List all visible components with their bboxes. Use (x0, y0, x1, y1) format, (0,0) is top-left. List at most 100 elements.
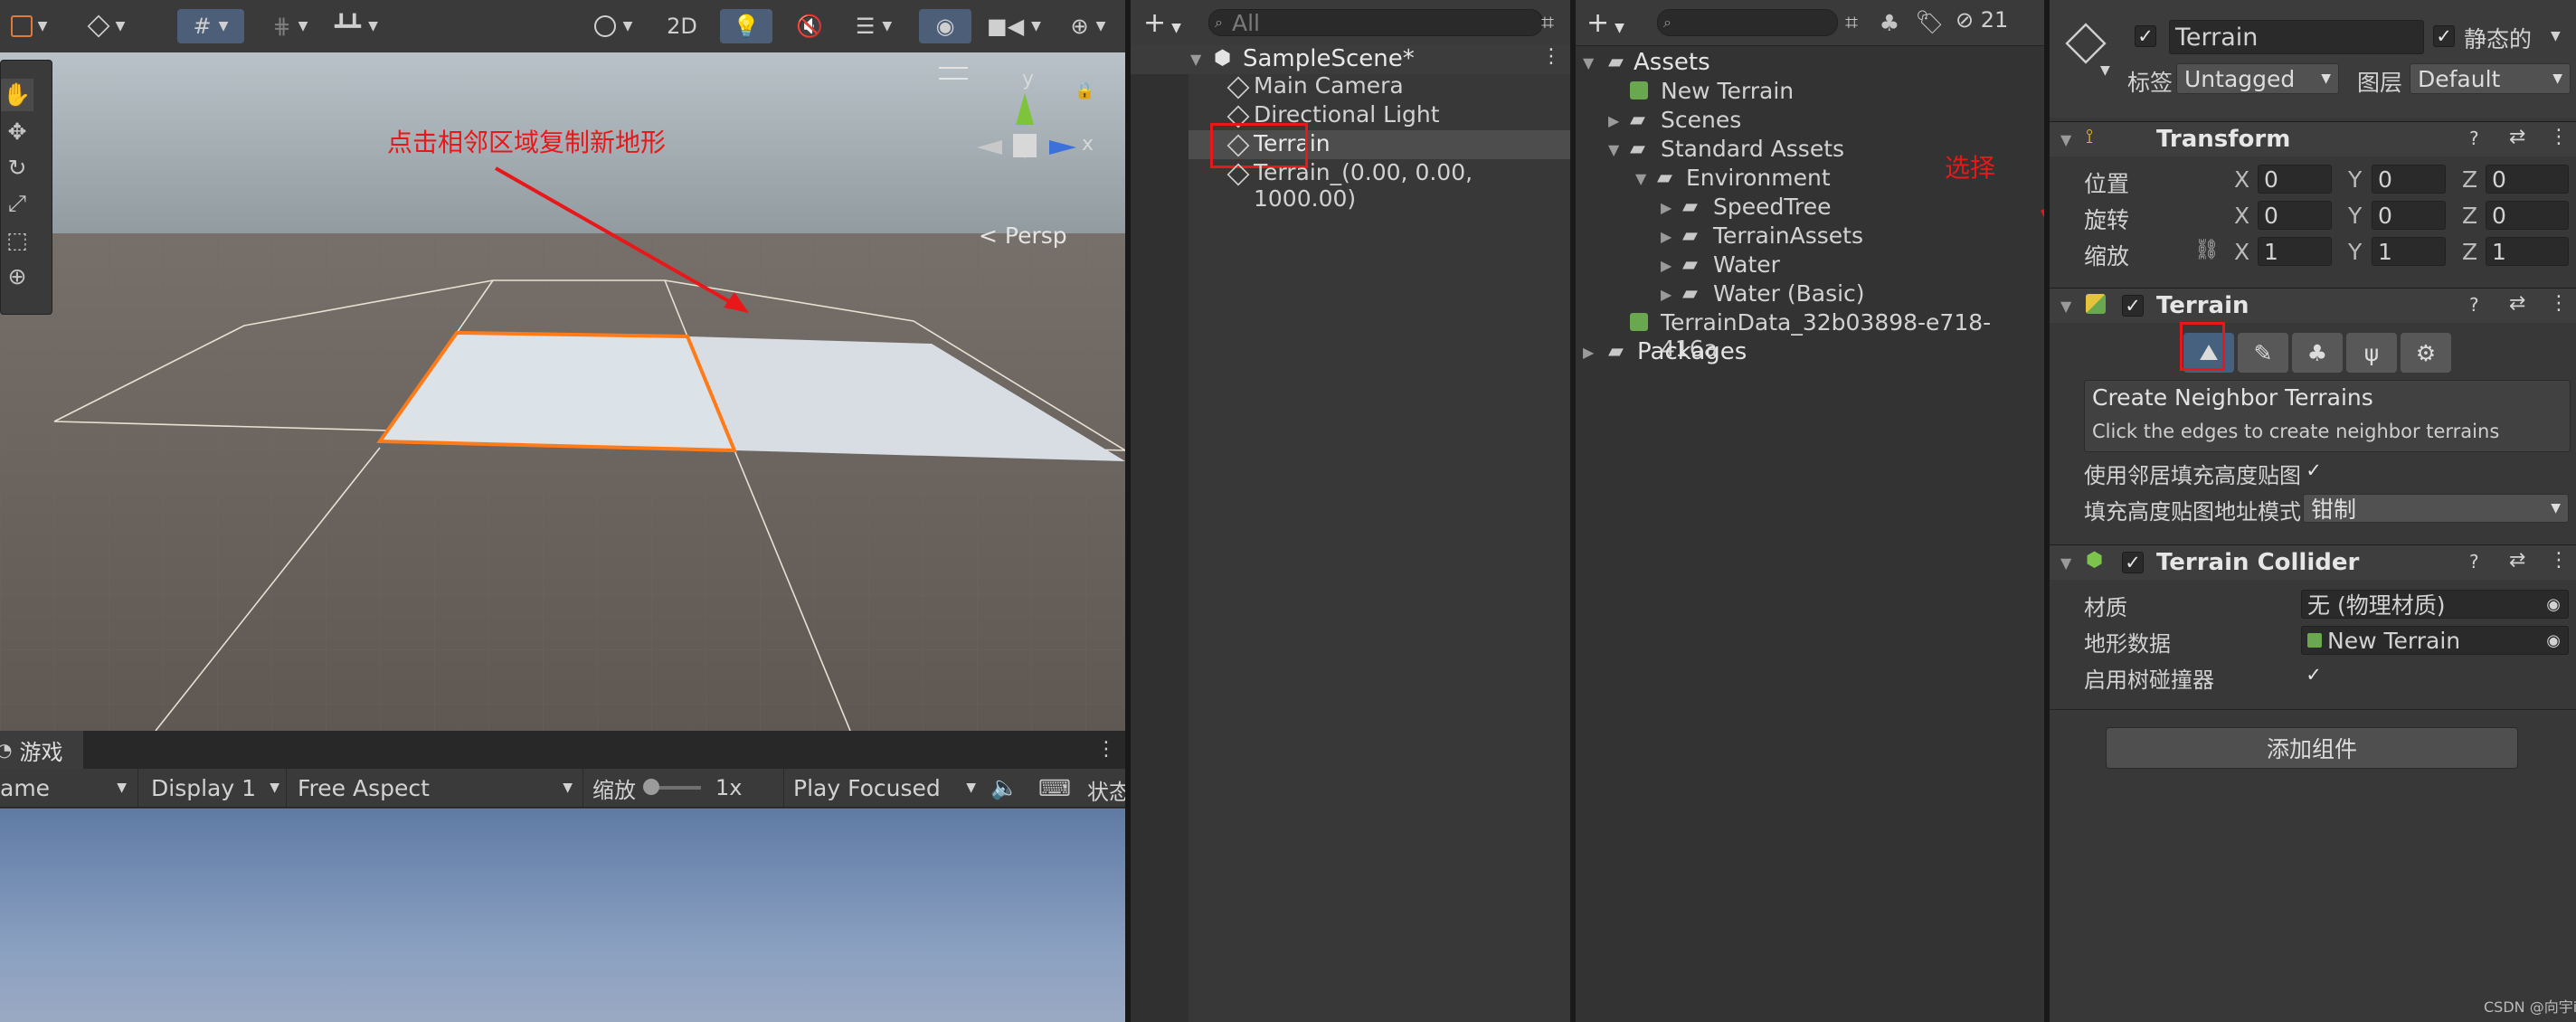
object-picker-icon[interactable]: ◉ (2546, 631, 2561, 650)
help-icon[interactable]: ? (2469, 551, 2479, 573)
grid-snap-button[interactable]: # ▼ (177, 9, 244, 43)
tree-item-water[interactable]: ▶ ▰ Water (1576, 251, 2044, 280)
add-component-button[interactable]: 添加组件 (2106, 727, 2518, 769)
scene-more-icon[interactable]: ⋮ (1541, 45, 1561, 68)
tree-item-assets[interactable]: ▼ ▰ Assets (1576, 49, 2044, 78)
gameobject-large-icon[interactable]: ▼ (2060, 18, 2115, 78)
lighting-toggle-button[interactable]: 💡 (720, 9, 772, 43)
speaker-icon[interactable]: 🔈 (990, 772, 1020, 803)
filter-by-label-icon[interactable]: 🏷 (1914, 9, 1945, 36)
transform-header[interactable]: ▼ ⟟ Transform ? ⇄ ⋮ (2050, 121, 2576, 156)
effects-button[interactable]: ☰ ▼ (839, 9, 908, 43)
fill-heightmap-checkbox[interactable]: ✓ (2303, 459, 2325, 481)
active-checkbox[interactable]: ✓ (2135, 25, 2156, 47)
tree-item-terrain-data[interactable]: TerrainData_32b03898-e718-416a (1576, 309, 2044, 362)
search-filter-icon[interactable]: ⌗ (1534, 9, 1561, 36)
object-name-field[interactable]: Terrain (2169, 20, 2424, 54)
position-x-field[interactable]: 0 (2258, 165, 2332, 194)
component-more-icon[interactable]: ⋮ (2549, 292, 2569, 315)
terrain-collider-header[interactable]: ▼ ⬢ ✓ Terrain Collider ? ⇄ ⋮ (2050, 544, 2576, 580)
game-tab[interactable]: ◔ 游戏 (0, 731, 83, 769)
scale-tool-icon[interactable]: ⤢ (1, 187, 33, 220)
draw-mode-button[interactable]: ▼ (0, 9, 58, 43)
hand-tool-icon[interactable]: ✋ (1, 79, 33, 111)
tree-item-scenes[interactable]: ▶ ▰ Scenes (1576, 107, 2044, 136)
presets-icon[interactable]: ⇄ (2509, 292, 2525, 315)
project-search[interactable]: ⌕ (1657, 9, 1838, 36)
material-object-field[interactable]: 无 (物理材质) ◉ (2301, 590, 2569, 619)
hidden-objects-button[interactable]: ◉ (919, 9, 971, 43)
shading-button[interactable]: ▼ (581, 9, 646, 43)
tree-item-speedtree[interactable]: ▶ ▰ SpeedTree (1576, 194, 2044, 222)
project-create-button[interactable]: + ▼ (1586, 7, 1624, 39)
increment-snap-button[interactable]: ⋕ ▼ (257, 9, 324, 43)
create-button[interactable]: + ▼ (1143, 7, 1181, 39)
tree-item-terrain-assets[interactable]: ▶ ▰ TerrainAssets (1576, 222, 2044, 251)
toggle-2d-button[interactable]: 2D (655, 9, 709, 43)
projection-label[interactable]: < Persp (979, 222, 1067, 249)
rect-tool-icon[interactable]: ⬚ (1, 223, 33, 256)
position-z-field[interactable]: 0 (2486, 165, 2569, 194)
search-filter-icon[interactable]: ⌗ (1838, 9, 1865, 36)
tree-item-packages[interactable]: ▶ ▰ Packages (1576, 338, 2044, 367)
game-more-icon[interactable]: ⋮ (1096, 738, 1116, 761)
address-mode-dropdown[interactable]: 钳制 ▼ (2303, 494, 2569, 523)
paint-trees-tool-button[interactable]: ♣ (2292, 333, 2343, 373)
stats-toggle[interactable]: 状态 (1087, 774, 1125, 806)
camera-settings-button[interactable]: ■◀ ▼ (980, 9, 1047, 43)
audio-toggle-button[interactable]: 🔇 (785, 9, 834, 43)
scale-x-field[interactable]: 1 (2258, 237, 2332, 266)
object-picker-icon[interactable]: ◉ (2546, 595, 2561, 614)
scene-header-row[interactable]: ▼ ⬢ SampleScene* ⋮ (1131, 45, 1570, 74)
move-tool-icon[interactable]: ✥ (1, 115, 33, 147)
hierarchy-item[interactable]: Terrain_(0.00, 0.00, 1000.00) (1217, 159, 1570, 212)
scale-slider[interactable] (643, 779, 701, 795)
display-dropdown[interactable]: Display 1 ▼ (137, 769, 285, 807)
tree-item-new-terrain[interactable]: New Terrain (1576, 78, 2044, 107)
collider-enabled-checkbox[interactable]: ✓ (2122, 552, 2144, 573)
hierarchy-search[interactable]: ⌕ All (1208, 9, 1543, 36)
hidden-packages-toggle[interactable]: ⊘ 21 (1956, 7, 2008, 33)
play-mode-dropdown[interactable]: Play Focused ▼ (783, 769, 981, 807)
render-mode-button[interactable]: ▼ (74, 9, 139, 43)
gizmos-button[interactable]: ⊕ ▼ (1055, 9, 1122, 43)
rotation-y-field[interactable]: 0 (2372, 201, 2446, 230)
terrain-data-object-field[interactable]: New Terrain ◉ (2301, 626, 2569, 655)
help-icon[interactable]: ? (2469, 294, 2479, 316)
scale-slider-thumb[interactable] (643, 779, 659, 795)
game-type-dropdown[interactable]: ame ▼ (0, 769, 132, 807)
terrain-component-header[interactable]: ▼ ✓ Terrain ? ⇄ ⋮ (2050, 288, 2576, 323)
tag-dropdown[interactable]: Untagged ▼ (2176, 63, 2339, 94)
component-more-icon[interactable]: ⋮ (2549, 126, 2569, 148)
terrain-enabled-checkbox[interactable]: ✓ (2122, 295, 2144, 317)
filter-by-type-icon[interactable]: ♣ (1874, 9, 1905, 36)
paint-details-tool-button[interactable]: ψ (2346, 333, 2397, 373)
rotation-z-field[interactable]: 0 (2486, 201, 2569, 230)
tree-colliders-checkbox[interactable]: ✓ (2303, 664, 2325, 686)
static-checkbox[interactable]: ✓ (2433, 25, 2455, 47)
aspect-dropdown[interactable]: Free Aspect ▼ (286, 769, 580, 807)
scale-z-field[interactable]: 1 (2486, 237, 2569, 266)
ruler-button[interactable]: ┻┻ ▼ (324, 9, 389, 43)
scale-y-field[interactable]: 1 (2372, 237, 2446, 266)
hamburger-icon[interactable] (939, 67, 968, 80)
lock-icon[interactable]: 🔒 (1075, 81, 1094, 100)
transform-tool-icon[interactable]: ⊕ (1, 260, 33, 292)
tree-item-water-basic[interactable]: ▶ ▰ Water (Basic) (1576, 280, 2044, 309)
layer-dropdown[interactable]: Default ▼ (2410, 63, 2571, 94)
keyboard-icon[interactable]: ⌨ (1037, 772, 1073, 803)
constrain-proportions-icon[interactable]: ⛓ (2194, 239, 2220, 261)
scene-view[interactable]: ▼ ▼ #▼ ⋕▼ ┻┻▼ ▼ 2D 💡 🔇 ☰▼ ◉ ■◀▼ ⊕▼ (0, 0, 1125, 731)
position-y-field[interactable]: 0 (2372, 165, 2446, 194)
component-more-icon[interactable]: ⋮ (2549, 549, 2569, 572)
rotation-x-field[interactable]: 0 (2258, 201, 2332, 230)
rotate-tool-icon[interactable]: ↻ (1, 151, 33, 184)
game-viewport[interactable] (0, 809, 1125, 1022)
static-dropdown-icon[interactable]: ▼ (2551, 29, 2561, 43)
paint-terrain-tool-button[interactable]: ✎ (2238, 333, 2288, 373)
presets-icon[interactable]: ⇄ (2509, 126, 2525, 148)
help-icon[interactable]: ? (2469, 128, 2479, 149)
hierarchy-item[interactable]: Main Camera (1217, 72, 1570, 101)
terrain-settings-tool-button[interactable]: ⚙ (2401, 333, 2451, 373)
presets-icon[interactable]: ⇄ (2509, 549, 2525, 572)
